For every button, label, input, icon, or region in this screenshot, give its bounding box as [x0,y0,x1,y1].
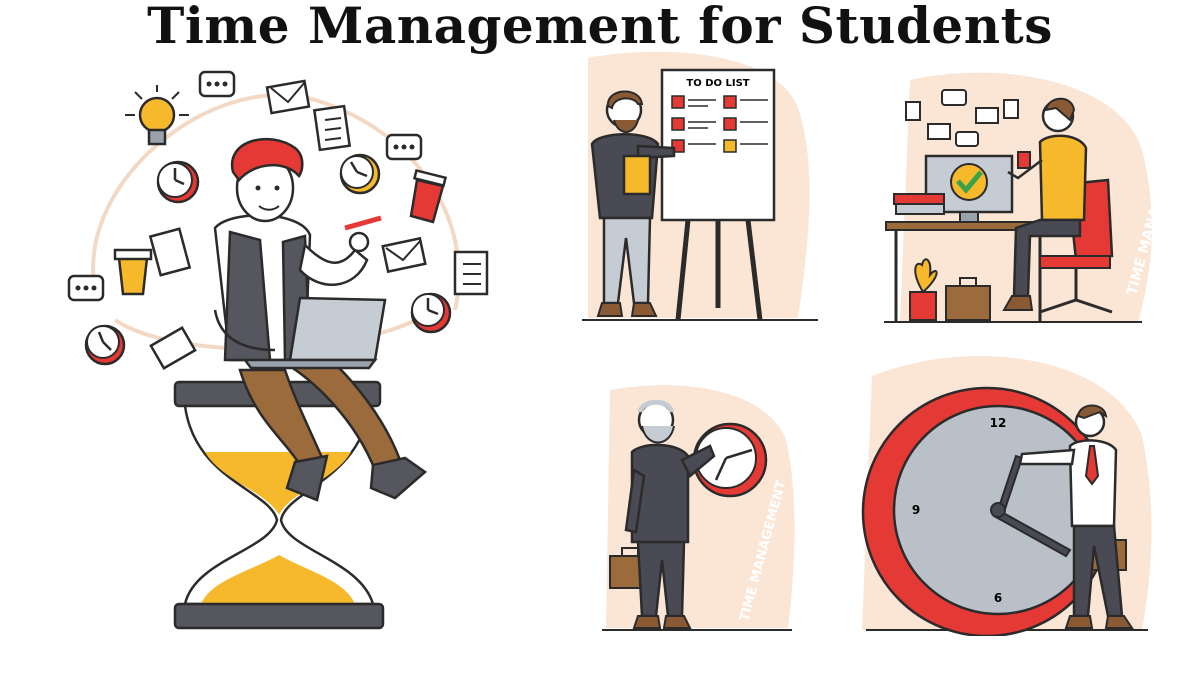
clock-icon [339,153,381,195]
chat-bubble-icon [955,131,979,147]
checkmark-icon [950,163,988,201]
coffee-cup-icon [113,248,153,296]
desk-computer-illustration: TIME MANAGEMENT [884,72,1160,323]
todo-board-heading: TO DO LIST [686,78,749,89]
big-clock-illustration: 12 9 6 [861,356,1152,636]
clock-icon [84,324,126,366]
chat-bubble-icon [941,89,967,106]
checklist-icon [905,101,921,121]
clock-numeral-6: 6 [994,591,1002,605]
clock-numeral-12: 12 [990,416,1007,430]
coffee-cup-icon [409,168,448,224]
checklist-icon [1003,99,1019,119]
student-hourglass-illustration [67,70,489,630]
checklist-icon [312,104,352,152]
todo-list-illustration: TO DO LIST [582,51,818,321]
clock-icon [156,160,200,204]
clock-numeral-9: 9 [912,503,920,517]
envelope-icon [148,227,192,277]
clock-icon [410,292,452,334]
lightbulb-icon [125,85,189,146]
envelope-icon [975,107,999,124]
chat-bubble-icon [67,274,105,302]
old-man-clock-illustration: TIME MANAGEMENT [602,385,795,631]
envelope-icon [149,326,197,370]
page-title: Time Management for Students [147,0,1053,55]
envelope-icon [927,123,951,140]
envelope-icon [265,79,311,115]
chat-bubble-icon [385,133,423,161]
checklist-icon [453,250,489,296]
envelope-icon [381,236,427,274]
chat-bubble-icon [198,70,236,98]
